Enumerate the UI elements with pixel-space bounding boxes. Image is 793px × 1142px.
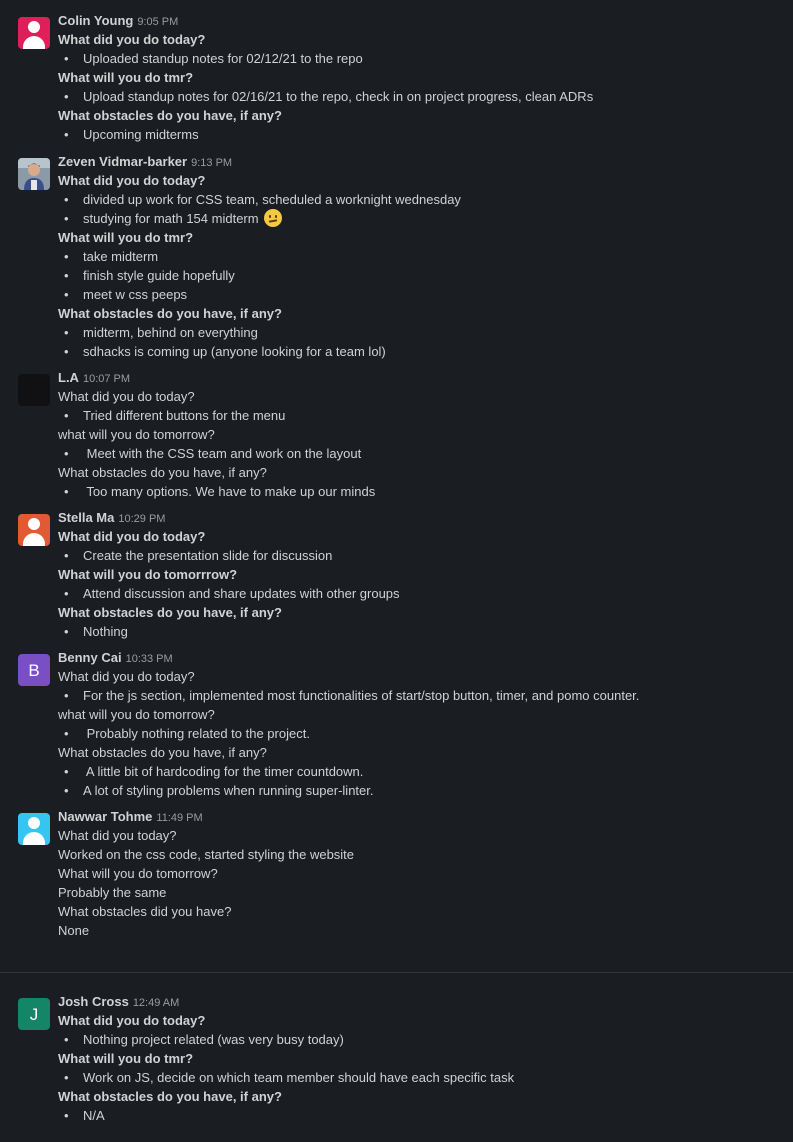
question-text: What obstacles do you have, if any?	[58, 1089, 282, 1104]
question-text: What did you do today?	[58, 32, 206, 47]
list-item: N/A	[58, 1106, 783, 1125]
sender-name[interactable]: Stella Ma	[58, 510, 114, 525]
list-item: For the js section, implemented most fun…	[58, 686, 783, 705]
avatar[interactable]	[18, 374, 50, 406]
list-item: A little bit of hardcoding for the timer…	[58, 762, 783, 781]
list-item: Meet with the CSS team and work on the l…	[58, 444, 783, 463]
question-text: What did you do today?	[58, 669, 195, 684]
avatar[interactable]: J	[18, 998, 50, 1030]
question-text: What will you do tmr?	[58, 230, 194, 245]
question-text: What did you today?	[58, 828, 177, 843]
sender-name[interactable]: L.A	[58, 370, 79, 385]
question-text: what will you do tomorrow?	[58, 427, 215, 442]
sender-name[interactable]: Zeven Vidmar-barker	[58, 154, 187, 169]
question-text: What will you do tmr?	[58, 70, 194, 85]
list-item: Work on JS, decide on which team member …	[58, 1068, 783, 1087]
avatar-letter: B	[28, 660, 40, 680]
question-text: What obstacles do you have, if any?	[58, 306, 282, 321]
day-divider	[0, 972, 793, 973]
question-text: what will you do tomorrow?	[58, 707, 215, 722]
avatar-letter: J	[29, 1004, 39, 1024]
list-item: finish style guide hopefully	[58, 266, 783, 285]
question-text: What obstacles do you have, if any?	[58, 745, 267, 760]
slightly-frowning-face-icon[interactable]	[264, 209, 283, 227]
timestamp[interactable]: 9:13 PM	[191, 157, 232, 169]
question-text: What will you do tomorrow?	[58, 866, 218, 881]
avatar[interactable]	[18, 813, 50, 845]
question-text: What will you do tmr?	[58, 1051, 194, 1066]
list-item: Nothing	[58, 622, 783, 641]
avatar[interactable]	[18, 514, 50, 546]
question-text: What did you do today?	[58, 1013, 206, 1028]
list-item: Attend discussion and share updates with…	[58, 584, 783, 603]
list-item: Nothing project related (was very busy t…	[58, 1030, 783, 1049]
list-item: Create the presentation slide for discus…	[58, 546, 783, 565]
avatar[interactable]	[18, 17, 50, 49]
list-item: Tried different buttons for the menu	[58, 406, 783, 425]
list-item: divided up work for CSS team, scheduled …	[58, 190, 783, 209]
answer-text: None	[58, 923, 90, 938]
dark-photo-avatar	[18, 374, 50, 406]
avatar[interactable]: B	[18, 654, 50, 686]
list-item: studying for math 154 midterm	[58, 209, 783, 228]
default-person-icon	[18, 514, 50, 546]
question-text: What did you do today?	[58, 389, 195, 404]
timestamp[interactable]: 10:07 PM	[83, 373, 130, 385]
sender-name[interactable]: Nawwar Tohme	[58, 809, 152, 824]
list-item: meet w css peeps	[58, 285, 783, 304]
default-person-icon	[18, 17, 50, 49]
sender-name[interactable]: Benny Cai	[58, 650, 122, 665]
question-text: What did you do today?	[58, 529, 206, 544]
avatar[interactable]	[18, 158, 50, 190]
answer-text: Probably the same	[58, 885, 167, 900]
list-item: Too many options. We have to make up our…	[58, 482, 783, 501]
list-item: A lot of styling problems when running s…	[58, 781, 783, 800]
sender-name[interactable]: Colin Young	[58, 13, 133, 28]
timestamp[interactable]: 10:33 PM	[126, 653, 173, 665]
timestamp[interactable]: 10:29 PM	[118, 513, 165, 525]
default-person-icon	[18, 813, 50, 845]
question-text: What obstacles do you have, if any?	[58, 605, 282, 620]
timestamp[interactable]: 9:05 PM	[137, 16, 178, 28]
photo-avatar	[18, 158, 50, 190]
answer-text: Worked on the css code, started styling …	[58, 847, 355, 862]
timestamp[interactable]: 12:49 AM	[133, 997, 179, 1009]
question-text: What obstacles do you have, if any?	[58, 108, 282, 123]
question-text: What obstacles do you have, if any?	[58, 465, 267, 480]
list-item: Upload standup notes for 02/16/21 to the…	[58, 87, 783, 106]
list-item: Probably nothing related to the project.	[58, 724, 783, 743]
list-item: Uploaded standup notes for 02/12/21 to t…	[58, 49, 783, 68]
list-item: midterm, behind on everything	[58, 323, 783, 342]
question-text: What did you do today?	[58, 173, 206, 188]
question-text: What will you do tomorrrow?	[58, 567, 238, 582]
timestamp[interactable]: 11:49 PM	[156, 812, 202, 824]
list-item: sdhacks is coming up (anyone looking for…	[58, 342, 783, 361]
sender-name[interactable]: Josh Cross	[58, 994, 129, 1009]
list-item: take midterm	[58, 247, 783, 266]
list-item: Upcoming midterms	[58, 125, 783, 144]
question-text: What obstacles did you have?	[58, 904, 232, 919]
